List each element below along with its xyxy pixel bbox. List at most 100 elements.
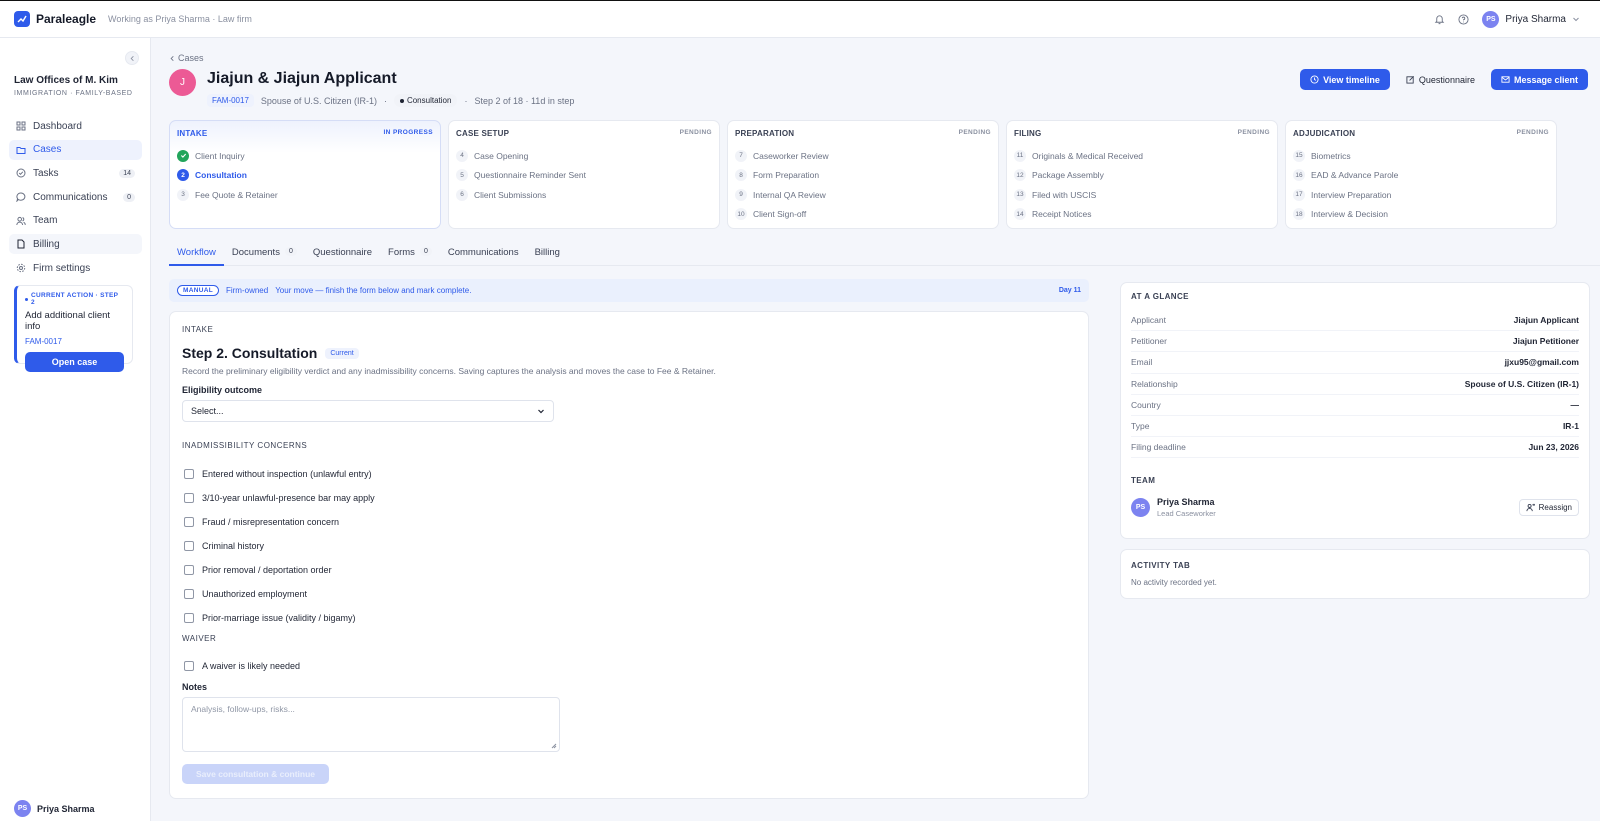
step-item[interactable]: 13 Filed with USCIS <box>1014 187 1270 202</box>
step-item[interactable]: 14 Receipt Notices <box>1014 207 1270 222</box>
bell-icon[interactable] <box>1432 12 1446 26</box>
firm-name: Law Offices of M. Kim <box>14 75 118 86</box>
concern-checkbox-row[interactable]: Entered without inspection (unlawful ent… <box>182 462 1076 486</box>
checkbox[interactable] <box>184 613 194 623</box>
tab-billing[interactable]: Billing <box>527 243 568 266</box>
page-title: Jiajun & Jiajun Applicant <box>207 70 397 87</box>
open-case-button[interactable]: Open case <box>25 352 124 372</box>
step-item[interactable]: 17 Interview Preparation <box>1293 187 1549 202</box>
chat-icon <box>16 192 26 203</box>
step-item[interactable]: 2 Consultation <box>177 168 433 183</box>
sidebar: Law Offices of M. Kim IMMIGRATION · FAMI… <box>0 38 151 821</box>
collapse-sidebar-button[interactable] <box>125 51 139 65</box>
reassign-button[interactable]: Reassign <box>1518 499 1579 517</box>
questionnaire-button[interactable]: Questionnaire <box>1400 69 1481 90</box>
waiver-checkbox-row[interactable]: A waiver is likely needed <box>182 654 1076 678</box>
concern-checkbox-row[interactable]: Prior-marriage issue (validity / bigamy) <box>182 606 1076 630</box>
header-actions: View timeline Questionnaire Message clie… <box>1300 69 1588 90</box>
sidebar-item-firm-settings[interactable]: Firm settings <box>9 258 142 278</box>
step-item[interactable]: 3 Fee Quote & Retainer <box>177 187 433 202</box>
step-item[interactable]: 12 Package Assembly <box>1014 168 1270 183</box>
checkbox[interactable] <box>184 541 194 551</box>
sidebar-user-name: Priya Sharma <box>37 803 95 814</box>
sidebar-item-label: Firm settings <box>33 262 91 274</box>
breadcrumb[interactable]: Cases <box>169 53 204 63</box>
view-timeline-button[interactable]: View timeline <box>1300 69 1390 90</box>
glance-row: Petitioner Jiajun Petitioner <box>1131 331 1579 353</box>
sidebar-item-dashboard[interactable]: Dashboard <box>9 116 142 136</box>
tab-communications[interactable]: Communications <box>440 243 527 266</box>
sidebar-item-cases[interactable]: Cases <box>9 139 142 160</box>
grid-icon <box>16 121 26 131</box>
sidebar-item-communications[interactable]: Communications 0 <box>9 187 142 207</box>
count-badge: 0 <box>123 192 135 202</box>
stage-card-preparation[interactable]: PREPARATION PENDING 7 Caseworker Review 8F… <box>727 120 999 229</box>
stage-pill: Consultation <box>393 94 458 107</box>
consultation-form: INTAKE Step 2. Consultation Current Reco… <box>169 311 1089 799</box>
step-item[interactable]: 15 Biometrics <box>1293 148 1549 163</box>
tab-questionnaire[interactable]: Questionnaire <box>305 243 380 266</box>
stage-card-filing[interactable]: FILING PENDING 11 Originals & Medical Rece… <box>1006 120 1278 229</box>
eligibility-select[interactable]: Select... <box>182 400 554 422</box>
checkbox[interactable] <box>184 589 194 599</box>
logo-icon[interactable] <box>14 11 30 27</box>
step-item[interactable]: 8 Form Preparation <box>735 168 991 183</box>
stage-card-case-setup[interactable]: CASE SETUP PENDING 4 Case Opening 5 Questio… <box>448 120 720 229</box>
tab-workflow[interactable]: Workflow <box>169 243 224 266</box>
step-item[interactable]: 4 Case Opening <box>456 148 712 163</box>
glance-row: Applicant Jiajun Applicant <box>1131 310 1579 332</box>
step-item[interactable]: 5 Questionnaire Reminder Sent <box>456 168 712 183</box>
tab-forms[interactable]: Forms 0 <box>380 243 440 266</box>
user-menu[interactable]: PS Priya Sharma <box>1480 9 1586 30</box>
step-item[interactable]: 16 EAD & Advance Parole <box>1293 168 1549 183</box>
member-name: Priya Sharma <box>1157 497 1215 508</box>
concern-checkbox-row[interactable]: 3/10-year unlawful-presence bar may appl… <box>182 486 1076 510</box>
checkbox[interactable] <box>184 565 194 575</box>
sidebar-item-label: Billing <box>33 238 60 250</box>
stage-card-intake[interactable]: INTAKE IN PROGRESS Client Inquiry 2 Consul… <box>169 120 441 229</box>
message-client-button[interactable]: Message client <box>1490 69 1588 90</box>
status-dot-icon <box>25 297 28 301</box>
checkbox[interactable] <box>184 469 194 479</box>
checkbox[interactable] <box>184 517 194 527</box>
step-item[interactable]: 9 Internal QA Review <box>735 187 991 202</box>
step-item[interactable]: 11 Originals & Medical Received <box>1014 148 1270 163</box>
step-item[interactable]: Client Inquiry <box>177 148 433 163</box>
breadcrumb-cases[interactable]: Cases <box>178 53 204 63</box>
step-item[interactable]: 18 Interview & Decision <box>1293 207 1549 222</box>
concern-checkbox-row[interactable]: Prior removal / deportation order <box>182 558 1076 582</box>
save-consultation-button[interactable]: Save consultation & continue <box>182 764 329 784</box>
notes-textarea[interactable]: Analysis, follow-ups, risks... <box>182 697 560 752</box>
help-icon[interactable] <box>1456 12 1470 26</box>
concern-checkbox-row[interactable]: Fraud / misrepresentation concern <box>182 510 1076 534</box>
file-icon <box>16 239 26 249</box>
check-icon <box>177 149 189 162</box>
checkbox[interactable] <box>184 661 194 671</box>
checkbox[interactable] <box>184 493 194 503</box>
your-move-text: Your move — finish the form below and ma… <box>275 286 472 295</box>
sidebar-item-team[interactable]: Team <box>9 211 142 231</box>
stage-card-adjudication[interactable]: ADJUDICATION PENDING 15 Biometrics 16 EAD &… <box>1285 120 1557 229</box>
stage-name: CASE SETUP <box>456 129 510 138</box>
brand-name[interactable]: Paraleagle <box>36 12 96 26</box>
sidebar-item-billing[interactable]: Billing <box>9 234 142 255</box>
notes-label: Notes <box>182 682 208 692</box>
glance-row: Country — <box>1131 395 1579 416</box>
users-icon <box>16 216 26 226</box>
concern-checkbox-row[interactable]: Unauthorized employment <box>182 582 1076 606</box>
concerns-list: Entered without inspection (unlawful ent… <box>182 462 1076 630</box>
mail-icon <box>1501 75 1510 84</box>
sidebar-user[interactable]: PS Priya Sharma <box>14 800 95 817</box>
tab-documents[interactable]: Documents 0 <box>224 243 305 266</box>
avatar: PS <box>1131 498 1150 518</box>
step-item[interactable]: 10 Client Sign-off <box>735 207 991 222</box>
top-bar: Paraleagle Working as Priya Sharma · Law… <box>0 0 1600 38</box>
current-action-case-ref[interactable]: FAM-0017 <box>25 337 124 346</box>
step-item[interactable]: 6 Client Submissions <box>456 187 712 202</box>
concern-checkbox-row[interactable]: Criminal history <box>182 534 1076 558</box>
step-item[interactable]: 7 Caseworker Review <box>735 148 991 163</box>
count-badge: 14 <box>119 168 135 178</box>
sidebar-item-tasks[interactable]: Tasks 14 <box>9 163 142 183</box>
firm-practice: IMMIGRATION · FAMILY-BASED <box>14 90 133 97</box>
resize-handle-icon[interactable] <box>551 743 557 749</box>
